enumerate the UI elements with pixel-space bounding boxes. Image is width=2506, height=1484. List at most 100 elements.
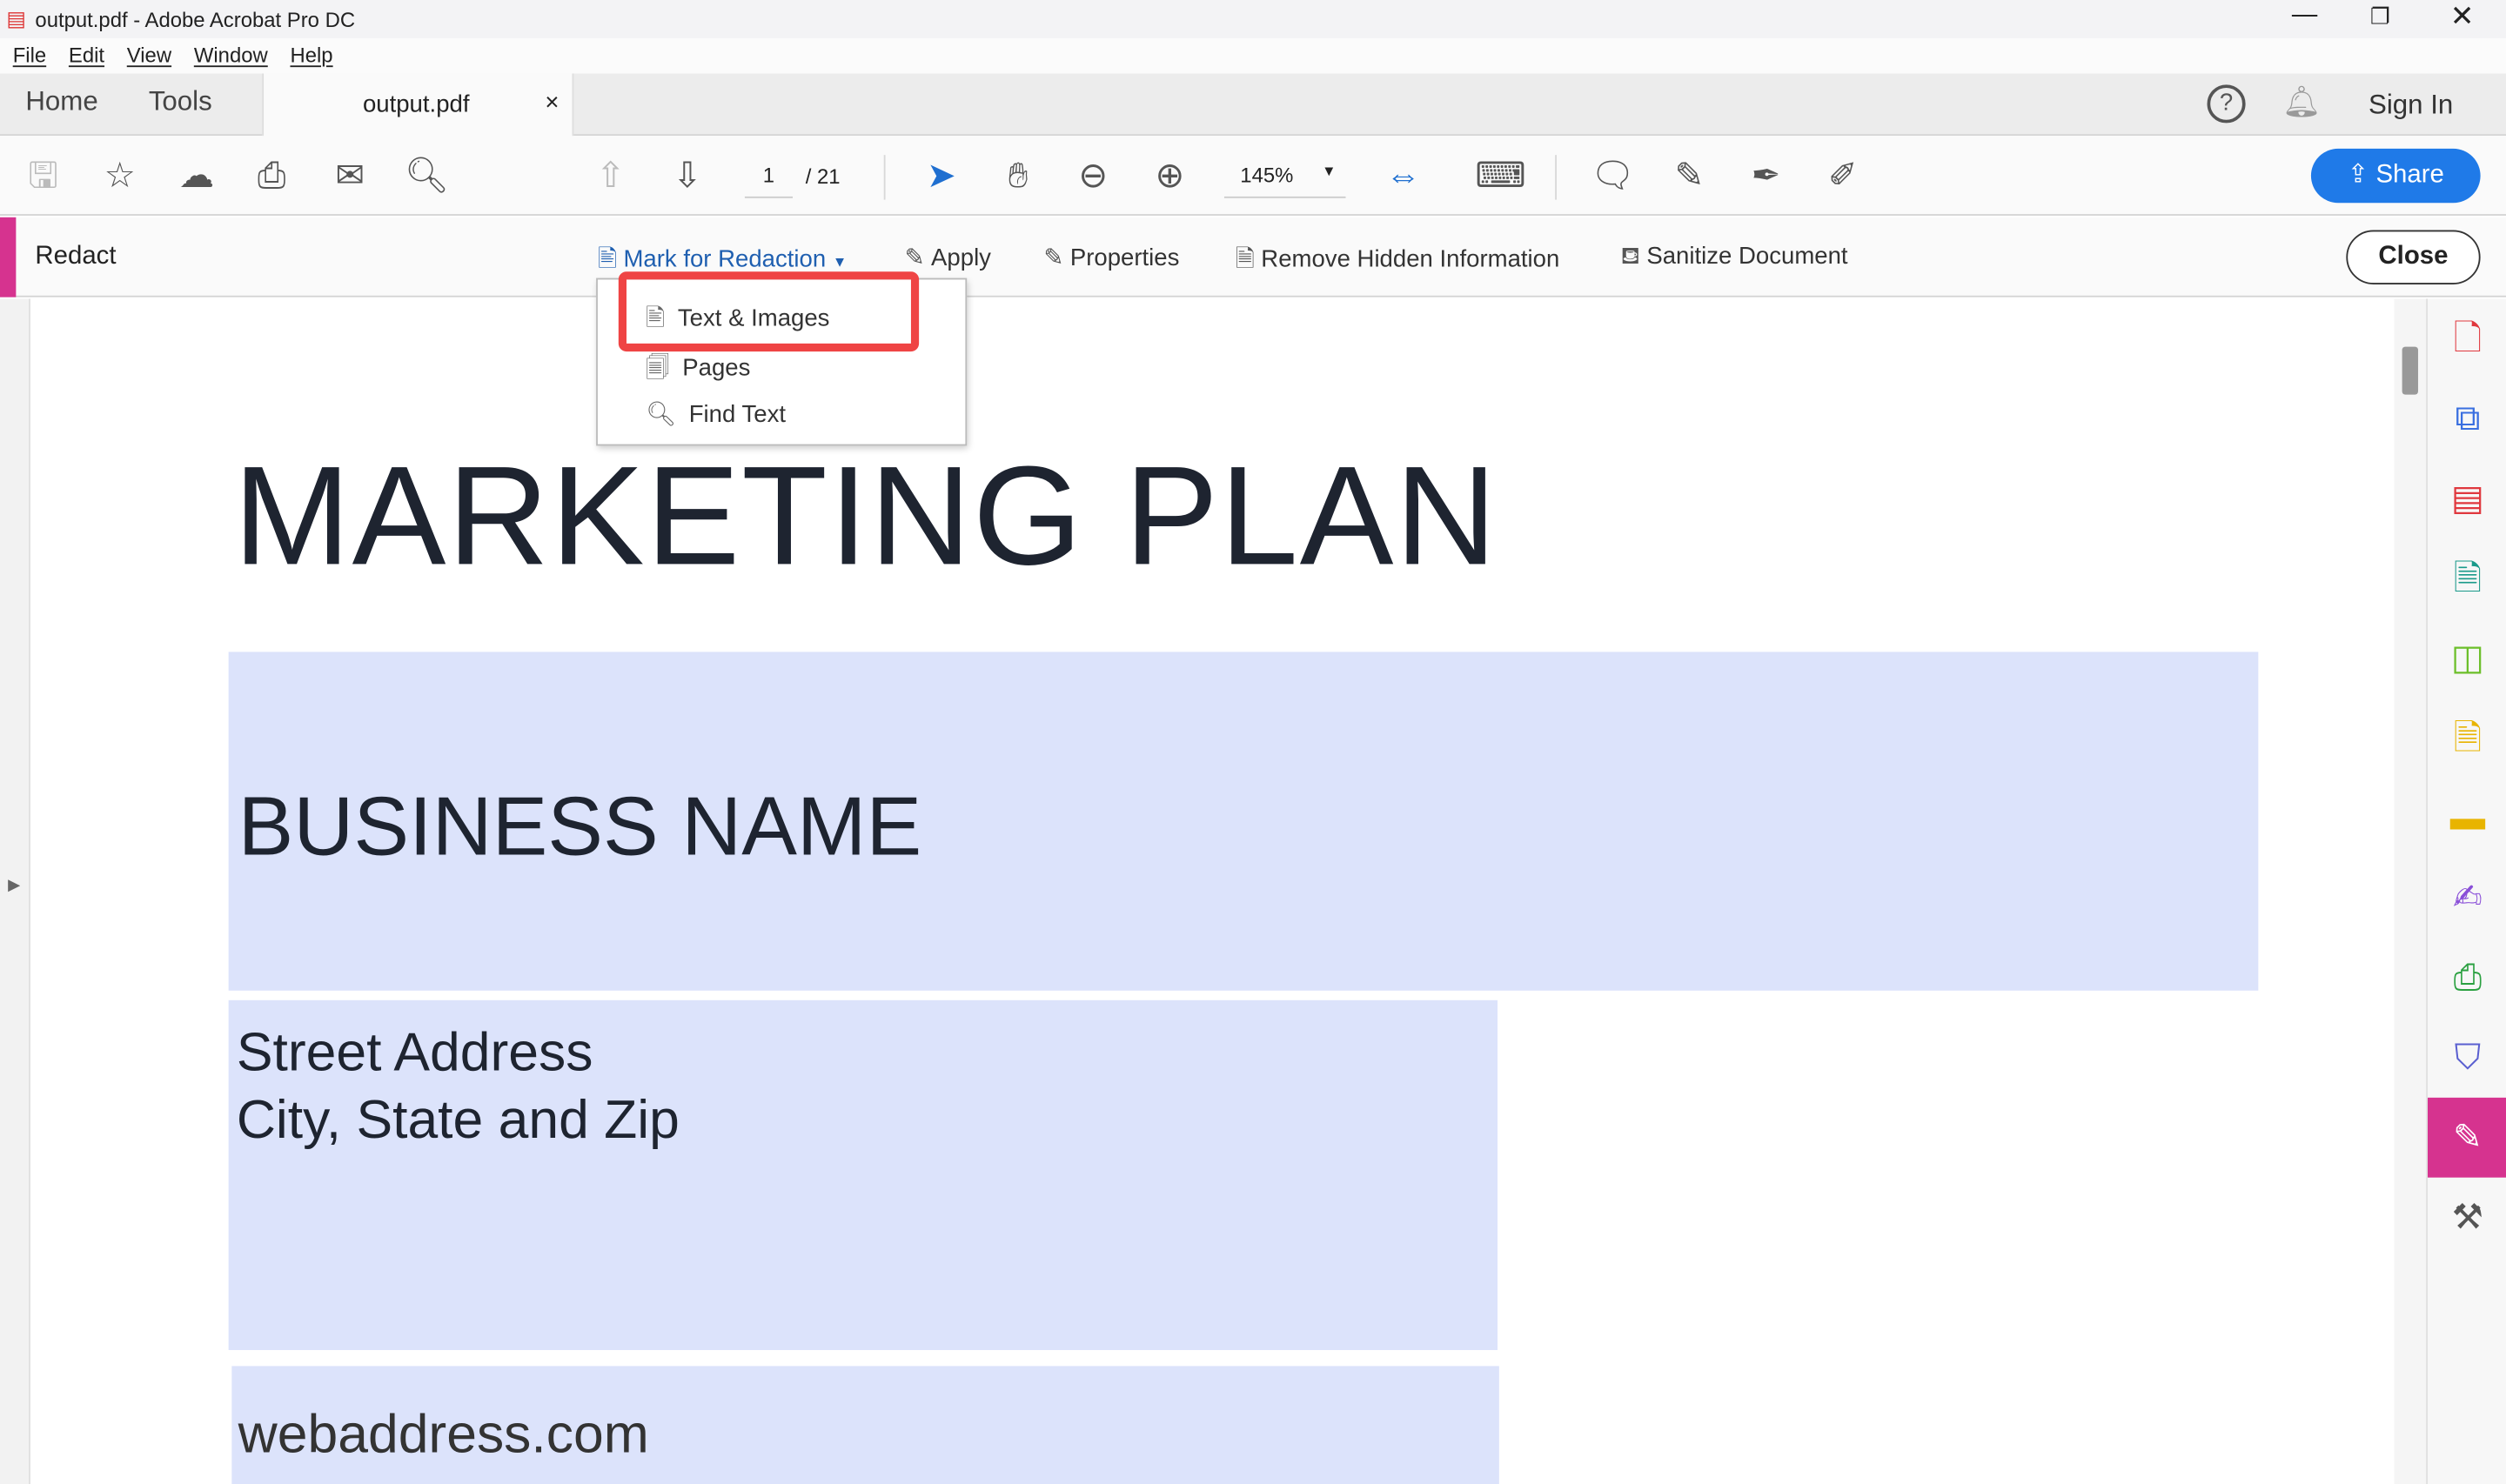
city-state-zip: City, State and Zip (236, 1089, 680, 1151)
menu-view[interactable]: View (127, 43, 171, 68)
search-icon[interactable]: 🔍︎ (403, 151, 451, 199)
zoom-level: 145% (1240, 163, 1294, 187)
apply-icon: ✎ (904, 244, 925, 272)
chevron-down-icon: ▼ (1322, 163, 1337, 179)
compare-files-icon[interactable]: ◫ (2428, 618, 2506, 699)
menu-help[interactable]: Help (290, 43, 332, 68)
export-pdf-icon[interactable]: 🗎 (2428, 538, 2506, 618)
remove-hidden-information-button[interactable]: 🗎 Remove Hidden Information (1236, 243, 1560, 283)
comment-icon[interactable]: 🗨︎ (1589, 151, 1637, 199)
pages-label: Pages (682, 354, 751, 382)
menu-item-find-text[interactable]: 🔍︎ Find Text (646, 399, 786, 428)
select-cursor-icon[interactable]: ➤ (917, 151, 965, 199)
previous-page-icon[interactable]: ⇧ (586, 151, 634, 199)
fit-page-icon[interactable]: ⇔ (1379, 151, 1427, 199)
expand-left-panel-icon[interactable]: ▶ (8, 877, 20, 894)
business-name: BUSINESS NAME (238, 781, 922, 874)
menu-window[interactable]: Window (194, 43, 268, 68)
share-button[interactable]: ⇪ Share (2310, 148, 2481, 204)
document-tab-label: output.pdf (362, 90, 470, 118)
properties-label: Properties (1069, 244, 1180, 272)
web-address-field: webaddress.com (231, 1366, 1499, 1484)
menu-bar: File Edit View Window Help (0, 38, 2506, 74)
fill-sign-icon[interactable]: ✐ (1819, 151, 1866, 199)
address-field: Street Address City, State and Zip (228, 999, 1498, 1351)
email-icon[interactable]: ✉ (326, 151, 374, 199)
pages-icon: 🗐 (646, 354, 670, 382)
vertical-scrollbar[interactable] (2394, 298, 2427, 1484)
hand-tool-icon[interactable]: ✋︎ (994, 151, 1042, 199)
remove-hidden-label: Remove Hidden Information (1261, 245, 1560, 274)
fill-and-sign-icon[interactable]: ✍ (2428, 858, 2506, 938)
sign-in-link[interactable]: Sign In (2369, 90, 2453, 122)
share-label: Share (2375, 161, 2444, 189)
more-tools-icon[interactable]: ⚒ (2428, 1178, 2506, 1258)
mark-redaction-icon: 🖹 (597, 245, 618, 274)
print-icon[interactable]: ⎙ (248, 151, 296, 199)
comment-file-icon[interactable]: 🗎 (2428, 699, 2506, 779)
zoom-level-dropdown[interactable]: 145% ▼ (1223, 163, 1346, 198)
menu-file[interactable]: File (13, 43, 46, 68)
notification-bell-icon[interactable]: 🔔︎ (2282, 84, 2321, 122)
chevron-down-icon: ▼ (832, 254, 848, 271)
page-number-input[interactable]: 1 (744, 163, 794, 198)
title-bar: ▤ output.pdf - Adobe Acrobat Pro DC — ❐ … (0, 0, 2506, 39)
bookmark-star-icon[interactable]: ☆ (96, 151, 144, 199)
zoom-out-icon[interactable]: ⊖ (1069, 151, 1117, 199)
tab-document[interactable]: output.pdf × (262, 73, 574, 137)
find-text-icon: 🔍︎ (646, 401, 677, 429)
close-tab-button[interactable]: × (545, 90, 559, 117)
save-icon[interactable]: 🖫 (19, 151, 67, 199)
remove-hidden-icon: 🗎 (1235, 245, 1255, 274)
minimize-button[interactable]: — (2292, 2, 2317, 30)
sanitize-document-button[interactable]: ⛾ Sanitize Document (1620, 243, 1847, 273)
close-window-button[interactable]: ✕ (2450, 0, 2475, 34)
highlight-pen-icon[interactable]: ✎ (1665, 151, 1713, 199)
main-toolbar: 🖫 ☆ ☁ ⎙ ✉ 🔍︎ ⇧ ⇩ 1 / 21 ➤ ✋︎ ⊖ ⊕ 145% ▼ ⇔… (0, 136, 2506, 216)
close-redact-button[interactable]: Close (2346, 230, 2481, 284)
sanitize-icon: ⛾ (1620, 243, 1640, 271)
protect-shield-icon[interactable]: ⛉ (2428, 1018, 2506, 1098)
restore-button[interactable]: ❐ (2370, 3, 2390, 30)
window-title: output.pdf - Adobe Acrobat Pro DC (35, 8, 356, 32)
upload-cloud-icon[interactable]: ☁ (172, 151, 220, 199)
create-pdf-icon[interactable]: 🗋 (2428, 298, 2506, 378)
scroll-mode-icon[interactable]: ⌨ (1475, 151, 1525, 199)
mark-label: Mark for Redaction (623, 245, 827, 274)
menu-item-pages[interactable]: 🗐 Pages (646, 351, 750, 391)
tab-home[interactable]: Home (25, 86, 97, 118)
tab-bar: Home Tools output.pdf × ? 🔔︎ Sign In (0, 73, 2506, 137)
acrobat-window: ▤ output.pdf - Adobe Acrobat Pro DC — ❐ … (0, 0, 2506, 1484)
find-text-label: Find Text (688, 401, 787, 429)
page-total: / 21 (805, 164, 841, 189)
menu-edit[interactable]: Edit (69, 43, 104, 68)
left-panel-toggle-strip: ▶ (0, 298, 30, 1484)
street-address: Street Address (236, 1022, 593, 1084)
zoom-in-icon[interactable]: ⊕ (1146, 151, 1194, 199)
combine-files-icon[interactable]: ⧉ (2428, 378, 2506, 458)
document-title: MARKETING PLAN (233, 436, 1498, 595)
tools-pane: 🗋 ⧉ ▤ 🗎 ◫ 🗎 ▬ ✍ ⎙ ⛉ ✎ ⚒ (2426, 298, 2506, 1484)
highlight-annotation-box (618, 271, 920, 352)
share-icon: ⇪ (2347, 161, 2376, 189)
pdf-file-icon: ▤ (6, 6, 26, 30)
print-production-icon[interactable]: ⎙ (2428, 938, 2506, 1018)
properties-button[interactable]: ✎ Properties (1043, 243, 1179, 271)
pdf-page: MARKETING PLAN BUSINESS NAME Street Addr… (31, 298, 2395, 1484)
organize-pages-icon[interactable]: ▤ (2428, 458, 2506, 538)
redact-tool-icon[interactable]: ✎ (2428, 1097, 2506, 1178)
redact-toolbar: Redact 🖹 Mark for Redaction ▼ ✎ Apply ✎ Pro… (0, 217, 2506, 297)
properties-icon: ✎ (1043, 244, 1064, 272)
business-name-field: BUSINESS NAME (228, 652, 2259, 991)
sanitize-label: Sanitize Document (1646, 243, 1848, 271)
comment-icon[interactable]: ▬ (2428, 778, 2506, 858)
sign-pen-icon[interactable]: ✒ (1742, 151, 1790, 199)
tab-tools[interactable]: Tools (149, 86, 212, 118)
redact-accent-bar (0, 217, 17, 297)
scrollbar-thumb[interactable] (2402, 346, 2418, 395)
web-address: webaddress.com (238, 1404, 649, 1466)
redact-title: Redact (35, 243, 117, 271)
apply-button[interactable]: ✎ Apply (905, 243, 991, 271)
next-page-icon[interactable]: ⇩ (663, 151, 711, 199)
help-icon[interactable]: ? (2207, 84, 2246, 124)
